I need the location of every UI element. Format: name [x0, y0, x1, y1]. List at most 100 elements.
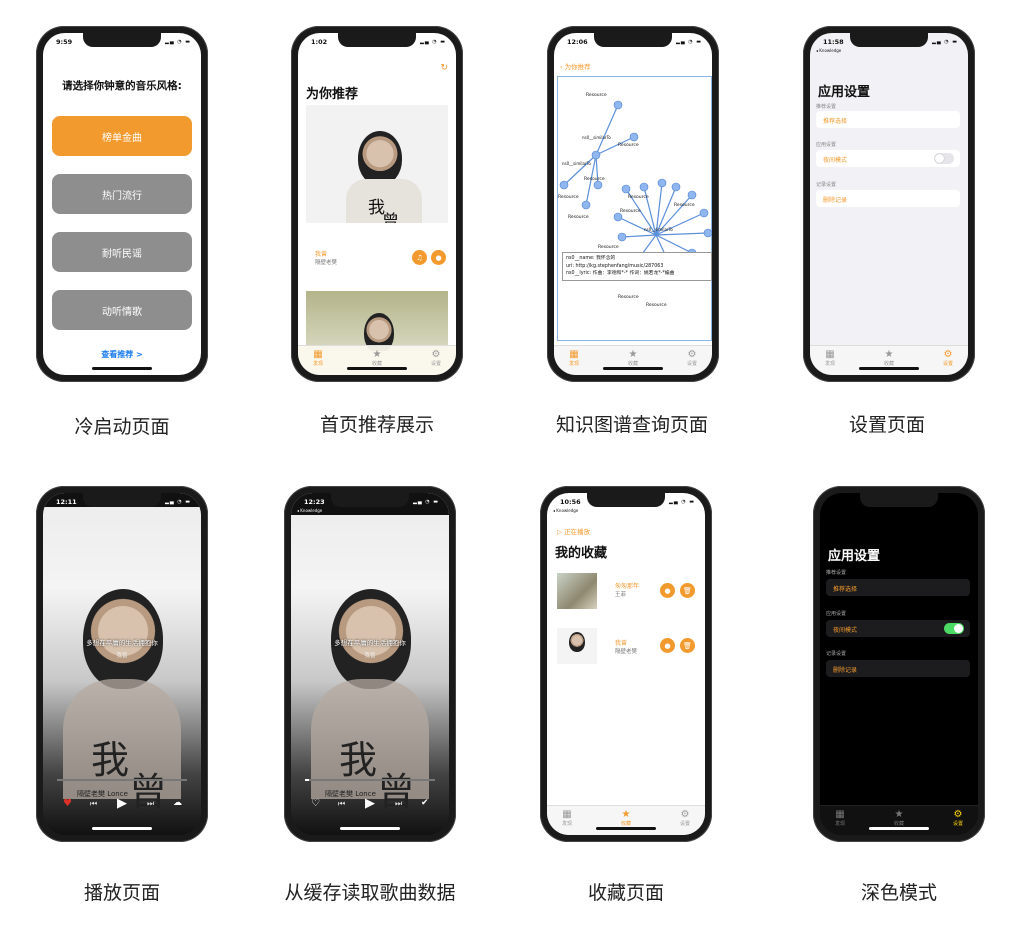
status-time: 1:02: [311, 38, 328, 46]
now-playing-link[interactable]: ▷ 正在播放: [557, 526, 590, 536]
tab-discover[interactable]: ▦ 发现: [820, 809, 860, 827]
status-time: 12:11: [56, 498, 77, 506]
node-label: Resource: [674, 203, 695, 208]
recommend-choice-cell[interactable]: 推荐选择: [826, 579, 970, 596]
album-thumb: [557, 573, 597, 609]
node-label: Resource: [568, 215, 589, 220]
tab-settings[interactable]: ⚙ 设置: [416, 349, 456, 367]
tab-settings[interactable]: ⚙ 设置: [928, 349, 968, 367]
tab-settings[interactable]: ⚙ 设置: [665, 809, 705, 827]
delete-icon[interactable]: 🗑: [680, 638, 695, 653]
like-icon[interactable]: ♥: [63, 798, 72, 809]
caption-recommend: 首页推荐展示: [319, 414, 434, 436]
album-cover[interactable]: 我 曾: [306, 105, 448, 223]
delete-history-cell[interactable]: 删除记录: [826, 660, 970, 677]
cloud-download-icon[interactable]: ☁: [173, 798, 182, 808]
back-link[interactable]: ◂ Knowledge: [553, 508, 578, 513]
tab-bar: ▦ 发现 ★ 收藏 ⚙ 设置: [298, 345, 456, 375]
album-thumb: [557, 628, 597, 664]
song-title: 我曾: [315, 251, 328, 258]
tab-favorites[interactable]: ★ 收藏: [869, 349, 909, 367]
play-icon[interactable]: ▶: [365, 796, 375, 811]
night-mode-toggle[interactable]: [934, 153, 954, 164]
next-icon[interactable]: ⏭: [147, 799, 154, 809]
tab-favorites[interactable]: ★ 收藏: [357, 349, 397, 367]
star-icon: ★: [884, 349, 894, 360]
style-button-love[interactable]: 动听情歌: [52, 290, 192, 330]
tab-discover[interactable]: ▦ 发现: [547, 809, 587, 827]
tooltip-name: ns0__name: 我怀念的: [566, 256, 616, 261]
caption-cold-start: 冷启动页面: [74, 416, 170, 438]
tab-favorites[interactable]: ★ 收藏: [606, 809, 646, 827]
view-recommend-link[interactable]: 查看推荐 >: [43, 349, 201, 360]
previous-icon[interactable]: ⏮: [90, 799, 97, 809]
node-label: Resource: [584, 177, 605, 182]
back-link[interactable]: ◂ Knowledge: [297, 508, 322, 513]
tab-discover[interactable]: ▦ 发现: [810, 349, 850, 367]
notch: [850, 33, 928, 47]
tab-settings[interactable]: ⚙ 设置: [672, 349, 712, 367]
graph-canvas[interactable]: Resource ns0__similarTo Resource ns0__si…: [557, 76, 712, 341]
node-label: Resource: [558, 195, 579, 200]
progress-track[interactable]: [305, 779, 435, 781]
node-label: Resource: [586, 93, 607, 98]
caption-player: 播放页面: [83, 882, 160, 904]
toggle-knob: [935, 154, 944, 163]
night-mode-label: 夜间模式: [823, 157, 848, 164]
delete-icon[interactable]: 🗑: [680, 583, 695, 598]
favorite-button[interactable]: ♫: [412, 250, 427, 265]
home-indicator: [92, 827, 152, 830]
night-mode-cell[interactable]: 夜间模式: [826, 620, 970, 637]
caption-favorites: 收藏页面: [587, 882, 664, 904]
progress-track[interactable]: [57, 779, 187, 781]
song-artist: 王菲: [615, 592, 627, 598]
screen: 9:59 ▂▄ ◔ ▬ 请选择你钟意的音乐风格: 榜单金曲 热门流行 耐听民谣 …: [43, 33, 201, 375]
play-button[interactable]: ●: [431, 250, 446, 265]
screen: 10:56 ◂ Knowledge ▂▄ ◔ ▬ ▷ 正在播放 我的收藏 匆匆那…: [547, 493, 705, 835]
tab-discover[interactable]: ▦ 发现: [298, 349, 338, 367]
section-header: 记录设置: [816, 182, 837, 188]
node-label: Resource: [618, 295, 639, 300]
tab-settings[interactable]: ⚙ 设置: [938, 809, 978, 827]
notch: [587, 493, 665, 507]
next-icon[interactable]: ⏭: [395, 799, 402, 809]
delete-history-cell[interactable]: 删除记录: [816, 190, 960, 207]
style-button-folk[interactable]: 耐听民谣: [52, 232, 192, 272]
tab-favorites[interactable]: ★ 收藏: [879, 809, 919, 827]
night-mode-toggle[interactable]: [944, 623, 964, 634]
refresh-icon[interactable]: ↻: [440, 63, 448, 73]
page-title: 应用设置: [828, 549, 881, 564]
list-item[interactable]: 我曾 隔壁老樊 ● 🗑: [547, 624, 705, 668]
grid-icon: ▦: [569, 349, 579, 360]
caption-knowledge-graph: 知识图谱查询页面: [555, 414, 708, 436]
gear-icon: ⚙: [680, 809, 690, 820]
signal-icon: ▂▄ ◔ ▬: [420, 39, 446, 45]
recommend-choice-cell[interactable]: 推荐选择: [816, 111, 960, 128]
phone-dark-mode: 应用设置 推荐设置 推荐选择 应用设置 夜间模式 记录设置 删除记录 ▦ 发现 ★…: [813, 486, 985, 842]
tab-favorites[interactable]: ★ 收藏: [613, 349, 653, 367]
artist-photo: [569, 632, 585, 652]
downloaded-check-icon[interactable]: ✔: [421, 798, 429, 808]
like-icon[interactable]: ♡: [311, 798, 320, 809]
play-icon[interactable]: ▶: [117, 796, 127, 811]
section-header: 应用设置: [816, 142, 837, 148]
gear-icon: ⚙: [431, 349, 441, 360]
lyric-sub: 我曾: [364, 653, 376, 659]
notch: [83, 493, 161, 507]
node-label: Resource: [598, 245, 619, 250]
night-mode-cell[interactable]: 夜间模式: [816, 150, 960, 167]
play-button[interactable]: ●: [660, 583, 675, 598]
grid-icon: ▦: [825, 349, 835, 360]
previous-icon[interactable]: ⏮: [338, 799, 345, 809]
back-button[interactable]: ‹ 为你推荐: [560, 61, 591, 71]
song-title: 我曾: [615, 640, 628, 647]
style-button-chart[interactable]: 榜单金曲: [52, 116, 192, 156]
progress-fill: [305, 779, 309, 781]
play-button[interactable]: ●: [660, 638, 675, 653]
artist-photo: [358, 131, 402, 185]
list-item[interactable]: 匆匆那年 王菲 ● 🗑: [547, 569, 705, 613]
second-cover[interactable]: [306, 291, 448, 351]
style-button-pop[interactable]: 热门流行: [52, 174, 192, 214]
back-link[interactable]: ◂ Knowledge: [816, 48, 841, 53]
tab-discover[interactable]: ▦ 发现: [554, 349, 594, 367]
